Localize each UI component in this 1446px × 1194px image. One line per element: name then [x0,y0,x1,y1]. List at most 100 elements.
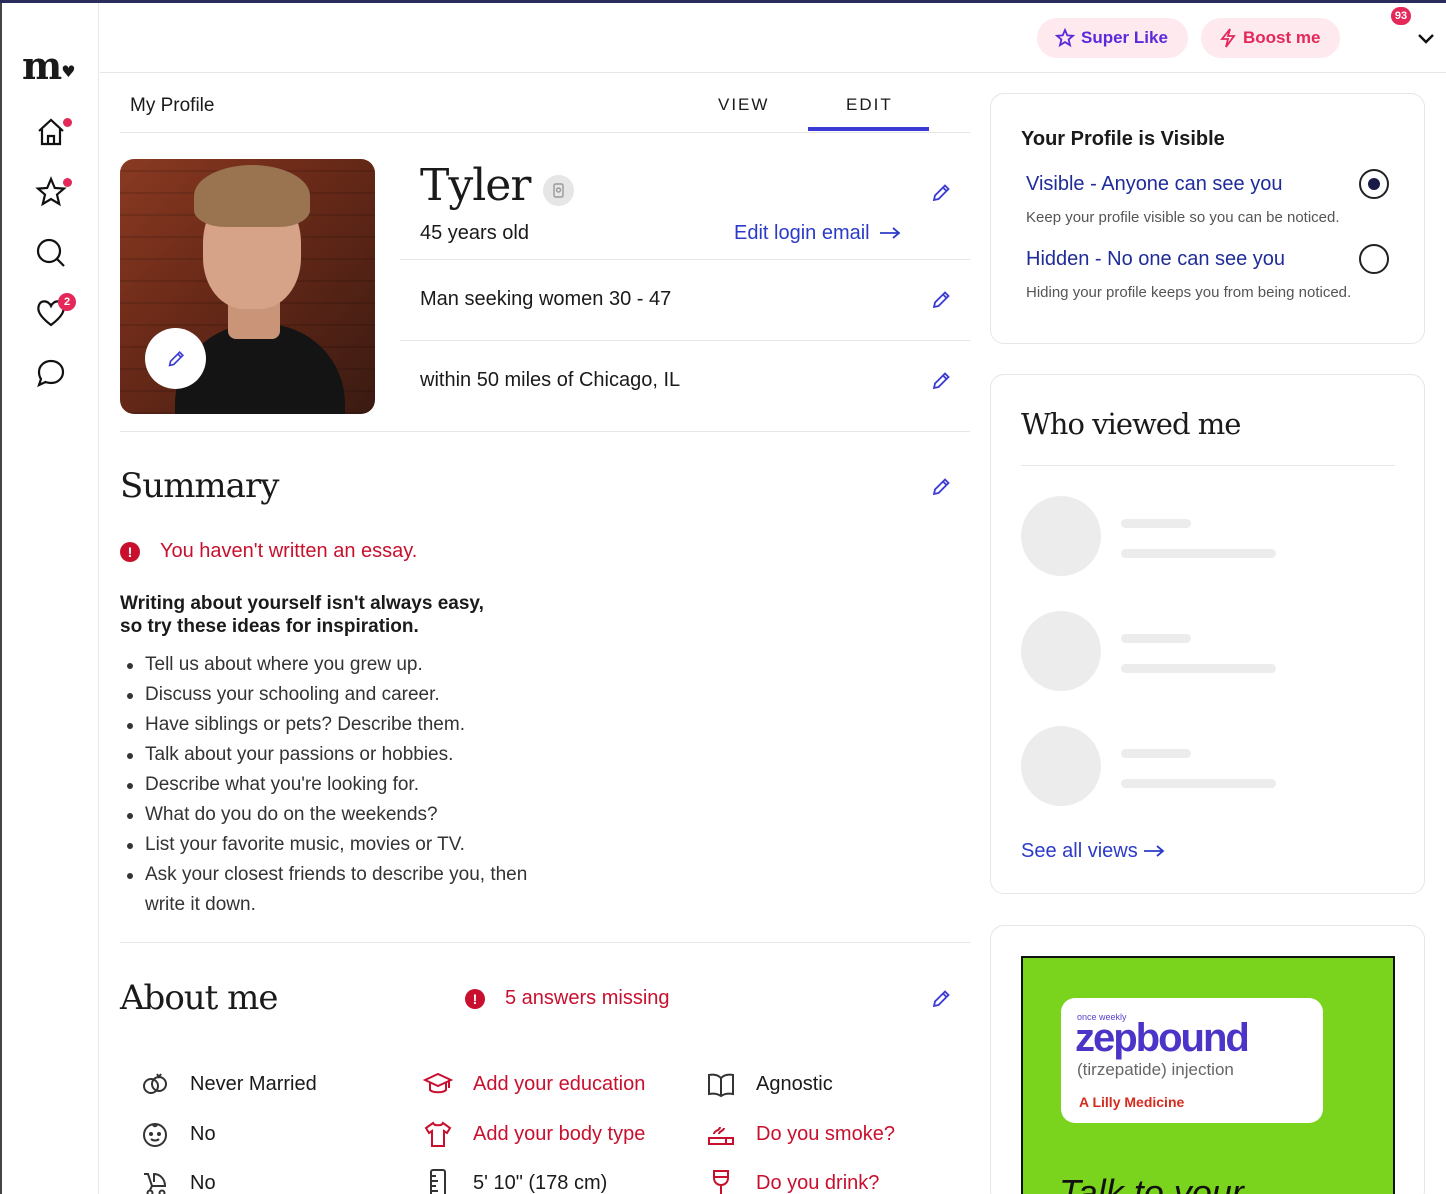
list-item: List your favorite music, movies or TV. [125,830,545,860]
edit-about-pencil-icon[interactable] [930,988,952,1010]
home-notification-dot [63,118,72,127]
about-item-wants-kids[interactable]: No [140,1168,216,1194]
arrow-right-icon [880,227,901,239]
hidden-option-label[interactable]: Hidden - No one can see you [1026,248,1285,271]
ad-generic-name: (tirzepatide) injection [1077,1060,1234,1079]
location-preference: within 50 miles of Chicago, IL [420,369,681,391]
visible-radio[interactable] [1359,169,1389,199]
shirt-icon [424,1121,452,1147]
divider [1021,465,1395,466]
active-tab-indicator [808,127,929,131]
divider [120,431,970,432]
ruler-icon [430,1169,446,1194]
boost-button[interactable]: Boost me [1201,18,1341,58]
arrow-right-icon [1144,845,1165,857]
profile-name: Tyler [420,160,531,211]
viewer-name-placeholder [1121,749,1191,758]
viewer-avatar-placeholder [1021,496,1101,576]
about-me-title: About me [120,978,279,1018]
lightning-icon [1220,28,1236,48]
edit-login-email-link[interactable]: Edit login email [734,222,901,245]
edit-summary-pencil-icon[interactable] [930,476,952,498]
graduation-cap-icon [423,1072,453,1094]
alert-icon: ! [120,542,140,562]
divider [400,259,970,260]
edit-photo-button[interactable] [145,328,206,389]
divider [120,942,970,943]
about-item-smoking[interactable]: Do you smoke? [706,1119,895,1149]
list-item: Talk about your passions or hobbies. [125,740,545,770]
profile-tabs: My Profile VIEW EDIT [120,80,970,133]
super-like-label: Super Like [1081,28,1168,47]
about-item-height[interactable]: 5' 10" (178 cm) [423,1168,607,1194]
star-notification-dot [63,178,72,187]
star-outline-icon [1055,28,1075,48]
about-item-relationship[interactable]: Never Married [140,1069,317,1099]
alert-icon: ! [465,989,485,1009]
list-item: Ask your closest friends to describe you… [125,860,545,920]
visible-option-description: Keep your profile visible so you can be … [1026,209,1340,226]
hidden-option-description: Hiding your profile keeps you from being… [1026,284,1352,301]
ad-maker: A Lilly Medicine [1079,1094,1185,1110]
hidden-radio[interactable] [1359,244,1389,274]
viewer-detail-placeholder [1121,664,1276,673]
baby-icon [143,1123,167,1147]
verify-photo-icon[interactable] [543,175,574,206]
list-item: Tell us about where you grew up. [125,650,545,680]
viewer-avatar-placeholder [1021,611,1101,691]
ad-logo-card: once weekly zepbound (tirzepatide) injec… [1061,998,1323,1123]
profile-age: 45 years old [420,222,529,244]
tab-view[interactable]: VIEW [718,95,769,115]
seeking-preference: Man seeking women 30 - 47 [420,288,672,310]
about-item-drinking[interactable]: Do you drink? [706,1168,879,1194]
ad-brand-logo: zepbound [1075,1016,1250,1060]
divider [400,340,970,341]
breadcrumb: My Profile [130,95,215,116]
see-all-views-link[interactable]: See all views [1021,840,1165,863]
inspiration-list: Tell us about where you grew up. Discuss… [125,650,545,920]
wine-glass-icon [713,1170,729,1194]
chevron-down-icon[interactable] [1416,29,1436,49]
viewer-detail-placeholder [1121,549,1276,558]
sidebar: m♥ 2 [0,3,99,1194]
visibility-card: Your Profile is Visible Visible - Anyone… [990,93,1425,344]
edit-seeking-pencil-icon[interactable] [930,289,952,311]
search-icon[interactable] [34,236,68,270]
edit-location-pencil-icon[interactable] [930,370,952,392]
list-item: Discuss your schooling and career. [125,680,545,710]
who-viewed-card: Who viewed me See all views [990,374,1425,894]
notification-count-badge: 93 [1391,7,1411,25]
summary-title: Summary [120,466,279,506]
super-like-button[interactable]: Super Like [1037,18,1188,58]
list-item: What do you do on the weekends? [125,800,545,830]
summary-alert: You haven't written an essay. [160,540,418,562]
smoke-icon [708,1126,734,1145]
rings-icon [143,1073,167,1094]
ad-tagline: Talk to your [1059,1172,1244,1194]
tab-edit[interactable]: EDIT [846,95,893,115]
about-item-education[interactable]: Add your education [423,1069,645,1099]
list-item: Have siblings or pets? Describe them. [125,710,545,740]
book-icon [708,1073,734,1098]
likes-count-badge: 2 [58,293,76,311]
logo[interactable]: m♥ [22,43,76,88]
who-viewed-title: Who viewed me [1021,407,1241,441]
advertisement[interactable]: once weekly zepbound (tirzepatide) injec… [1021,956,1395,1194]
inspiration-heading: Writing about yourself isn't always easy… [120,593,484,637]
list-item: Describe what you're looking for. [125,770,545,800]
viewer-name-placeholder [1121,519,1191,528]
stroller-icon [144,1172,167,1194]
about-missing-alert: 5 answers missing [505,987,670,1009]
chat-icon[interactable] [34,356,68,390]
about-item-body-type[interactable]: Add your body type [423,1119,645,1149]
viewer-detail-placeholder [1121,779,1276,788]
about-item-kids[interactable]: No [140,1119,216,1149]
edit-name-pencil-icon[interactable] [930,182,952,204]
visible-option-label[interactable]: Visible - Anyone can see you [1026,173,1282,196]
top-header: Super Like Boost me 93 [100,3,1446,73]
about-item-religion[interactable]: Agnostic [706,1069,833,1099]
viewer-avatar-placeholder [1021,726,1101,806]
viewer-name-placeholder [1121,634,1191,643]
visibility-title: Your Profile is Visible [1021,128,1225,150]
boost-label: Boost me [1243,28,1321,47]
